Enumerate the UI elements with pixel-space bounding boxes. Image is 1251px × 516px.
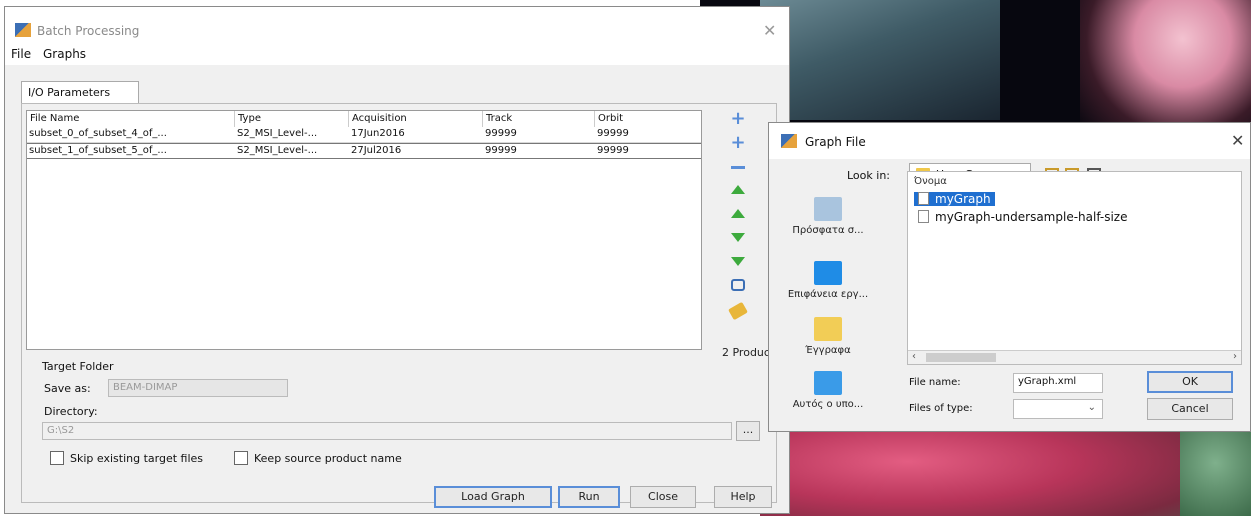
- scroll-right-icon[interactable]: ›: [1233, 351, 1237, 362]
- add-product-button[interactable]: +: [729, 110, 747, 128]
- place-desktop[interactable]: Επιφάνεια εργ...: [773, 261, 883, 300]
- cell-file-name: subset_0_of_subset_4_of_...: [29, 128, 167, 139]
- cancel-button[interactable]: Cancel: [1147, 398, 1233, 420]
- minus-icon: [731, 165, 745, 169]
- keep-source-name-label: Keep source product name: [254, 452, 402, 465]
- place-documents[interactable]: Έγγραφα: [773, 317, 883, 356]
- column-header-track[interactable]: Track: [483, 111, 595, 127]
- plus-icon: +: [730, 108, 746, 129]
- cell-acquisition: 27Jul2016: [351, 145, 402, 156]
- move-down-button[interactable]: [729, 228, 747, 246]
- scroll-thumb[interactable]: [926, 353, 996, 362]
- help-button[interactable]: Help: [714, 486, 772, 508]
- cell-track: 99999: [485, 145, 517, 156]
- place-documents-label: Έγγραφα: [805, 345, 851, 356]
- water-area: [760, 0, 1000, 120]
- cell-orbit: 99999: [597, 145, 629, 156]
- place-recent[interactable]: Πρόσφατα σ...: [773, 197, 883, 236]
- skip-existing-label: Skip existing target files: [70, 452, 204, 465]
- graph-file-dialog: Graph File ✕ Look in: User G...⌄ Πρόσφατ…: [768, 122, 1251, 432]
- load-graph-button[interactable]: Load Graph: [434, 486, 552, 508]
- computer-icon: [814, 371, 842, 395]
- place-this-pc[interactable]: Αυτός ο υπο...: [773, 371, 883, 410]
- cell-type: S2_MSI_Level-...: [237, 128, 318, 139]
- broom-icon: [728, 301, 748, 321]
- file-item-label: myGraph-undersample-half-size: [935, 210, 1128, 224]
- table-row[interactable]: subset_1_of_subset_5_of_... S2_MSI_Level…: [27, 143, 701, 159]
- chevron-down-icon: ⌄: [1087, 402, 1096, 413]
- graph-file-icon: [918, 210, 929, 223]
- tab-io-parameters[interactable]: I/O Parameters: [21, 81, 139, 103]
- move-bottom-icon: [731, 256, 745, 266]
- desktop-icon: [814, 261, 842, 285]
- documents-icon: [814, 317, 842, 341]
- menu-bar: File Graphs: [5, 43, 789, 65]
- close-icon[interactable]: ✕: [763, 21, 776, 40]
- snap-app-icon: [781, 134, 797, 148]
- file-item-label: myGraph: [935, 192, 991, 206]
- remove-product-button[interactable]: [729, 158, 747, 176]
- file-name-input[interactable]: yGraph.xml: [1013, 373, 1103, 393]
- run-button[interactable]: Run: [558, 486, 620, 508]
- file-list: Όνομα myGraph myGraph-undersample-half-s…: [907, 171, 1242, 365]
- close-button[interactable]: Close: [630, 486, 696, 508]
- column-header-orbit[interactable]: Orbit: [595, 111, 701, 127]
- ok-button[interactable]: OK: [1147, 371, 1233, 393]
- graph-file-icon: [918, 192, 929, 205]
- add-opened-button[interactable]: +: [729, 134, 747, 152]
- arrow-up-icon: [731, 208, 745, 218]
- column-header-name[interactable]: Όνομα: [914, 176, 947, 187]
- directory-label: Directory:: [44, 405, 98, 418]
- recent-items-icon: [814, 197, 842, 221]
- move-bottom-button[interactable]: [729, 252, 747, 270]
- files-of-type-label: Files of type:: [909, 403, 973, 414]
- keep-source-name-checkbox[interactable]: [234, 451, 248, 465]
- cell-type: S2_MSI_Level-...: [237, 145, 318, 156]
- file-item-selected[interactable]: myGraph: [914, 192, 995, 206]
- graph-file-title: Graph File: [805, 135, 866, 149]
- look-in-label: Look in:: [847, 169, 890, 182]
- add-opened-icon: +: [730, 132, 746, 153]
- file-name-label: File name:: [909, 377, 961, 388]
- product-table: File Name Type Acquisition Track Orbit s…: [26, 110, 702, 350]
- vegetation-area-top: [1080, 0, 1251, 130]
- file-item[interactable]: myGraph-undersample-half-size: [918, 210, 1128, 224]
- target-folder-label: Target Folder: [42, 360, 114, 373]
- save-as-format-select[interactable]: BEAM-DIMAP: [108, 379, 288, 397]
- place-this-pc-label: Αυτός ο υπο...: [792, 399, 864, 410]
- menu-graphs[interactable]: Graphs: [43, 47, 86, 61]
- io-parameters-panel: File Name Type Acquisition Track Orbit s…: [21, 103, 777, 508]
- refresh-button[interactable]: [729, 276, 747, 294]
- batch-title: Batch Processing: [37, 24, 140, 38]
- table-row[interactable]: subset_0_of_subset_4_of_... S2_MSI_Level…: [27, 127, 701, 143]
- browse-directory-button[interactable]: ...: [736, 421, 760, 441]
- column-header-file-name[interactable]: File Name: [27, 111, 235, 127]
- menu-file[interactable]: File: [11, 47, 31, 61]
- move-top-icon: [731, 184, 745, 194]
- column-header-acquisition[interactable]: Acquisition: [349, 111, 483, 127]
- product-count: 2 Product: [722, 346, 775, 359]
- graph-file-title-bar: Graph File ✕: [769, 123, 1250, 159]
- horizontal-scrollbar[interactable]: ‹ ›: [908, 350, 1241, 364]
- files-of-type-select[interactable]: ⌄: [1013, 399, 1103, 419]
- close-icon[interactable]: ✕: [1231, 131, 1244, 150]
- place-desktop-label: Επιφάνεια εργ...: [787, 289, 869, 300]
- cell-file-name: subset_1_of_subset_5_of_...: [29, 145, 167, 156]
- move-up-button[interactable]: [729, 204, 747, 222]
- save-as-label: Save as:: [44, 382, 91, 395]
- directory-input[interactable]: G:\S2: [42, 422, 732, 440]
- cell-orbit: 99999: [597, 128, 629, 139]
- batch-processing-dialog: Batch Processing ✕ File Graphs I/O Param…: [4, 6, 790, 514]
- column-header-type[interactable]: Type: [235, 111, 349, 127]
- clear-button[interactable]: [728, 301, 748, 321]
- refresh-icon: [731, 279, 745, 291]
- cell-track: 99999: [485, 128, 517, 139]
- snap-app-icon: [15, 23, 31, 37]
- skip-existing-checkbox[interactable]: [50, 451, 64, 465]
- arrow-down-icon: [731, 232, 745, 242]
- place-recent-label: Πρόσφατα σ...: [792, 225, 864, 236]
- cell-acquisition: 17Jun2016: [351, 128, 405, 139]
- scroll-left-icon[interactable]: ‹: [912, 351, 916, 362]
- move-top-button[interactable]: [729, 180, 747, 198]
